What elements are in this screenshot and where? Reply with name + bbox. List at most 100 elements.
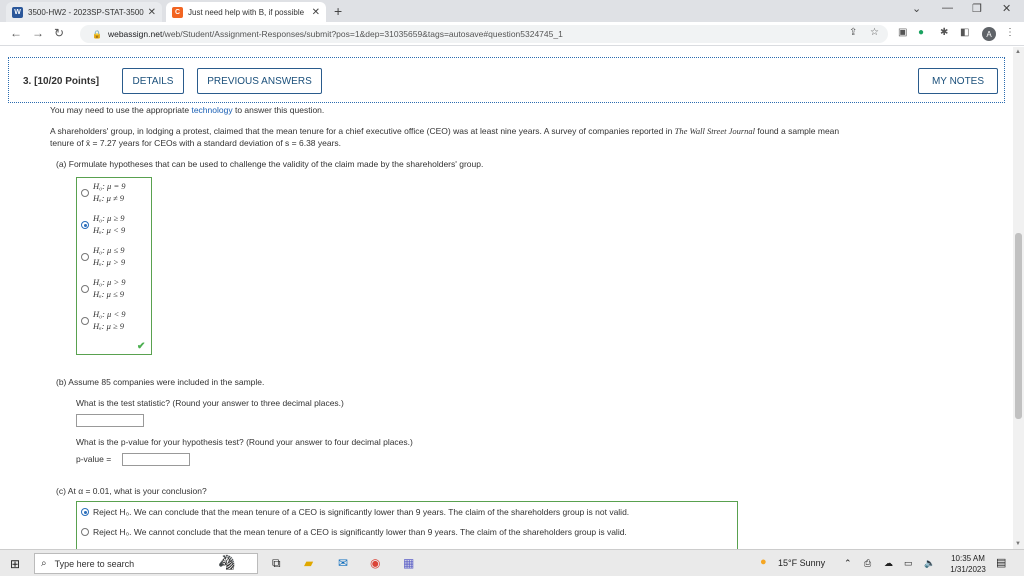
correct-check-icon: ✔	[137, 341, 146, 352]
chrome-icon[interactable]: ◉	[370, 556, 380, 570]
note-text: to answer this question.	[232, 105, 325, 115]
hypothesis-option-5[interactable]: H₀: μ < 9 Hₐ: μ ≥ 9	[81, 309, 151, 335]
null-hypothesis: H₀: μ > 9	[93, 277, 126, 287]
null-hypothesis: H₀: μ < 9	[93, 309, 126, 319]
reload-icon[interactable]: ↻	[54, 26, 64, 40]
back-icon[interactable]: ←	[10, 26, 22, 40]
minimize-icon[interactable]: —	[942, 2, 953, 14]
journal-name: The Wall Street Journal	[674, 126, 756, 136]
browser-menu-icon[interactable]: ⋮	[1005, 27, 1015, 38]
hypothesis-option-3[interactable]: H₀: μ ≤ 9 Hₐ: μ > 9	[81, 245, 151, 271]
search-icon: ⌕	[41, 558, 47, 569]
tray-chevron-icon[interactable]: ⌃	[844, 558, 852, 569]
conclusion-choices: Reject H₀. We can conclude that the mean…	[76, 501, 738, 549]
extensions-puzzle-icon[interactable]: ✱	[940, 27, 948, 38]
p-value-input[interactable]	[122, 453, 190, 466]
bookmark-star-icon[interactable]: ☆	[870, 27, 879, 38]
null-hypothesis: H₀: μ ≥ 9	[93, 213, 125, 223]
new-tab-icon[interactable]: +	[334, 3, 342, 19]
hypothesis-option-1[interactable]: H₀: μ = 9 Hₐ: μ ≠ 9	[81, 181, 151, 207]
clock-date: 1/31/2023	[950, 565, 986, 574]
close-tab-icon[interactable]: ✕	[148, 7, 156, 18]
technology-note: You may need to use the appropriate tech…	[50, 105, 324, 115]
alternative-hypothesis: Hₐ: μ ≥ 9	[93, 321, 125, 331]
onedrive-icon[interactable]: ☁	[884, 558, 893, 569]
notifications-icon[interactable]: ▤	[996, 556, 1006, 569]
forward-icon[interactable]: →	[32, 26, 44, 40]
problem-text-line2: tenure of x̄ = 7.27 years for CEOs with …	[50, 138, 342, 148]
restore-icon[interactable]: ❐	[972, 2, 982, 15]
extension-icon[interactable]: ▣	[898, 27, 907, 38]
tab-webassign[interactable]: W 3500-HW2 - 2023SP-STAT-3500- ✕	[6, 2, 162, 22]
mail-icon[interactable]: ✉	[338, 556, 348, 570]
technology-link[interactable]: technology	[191, 105, 232, 115]
problem-text: A shareholders' group, in lodging a prot…	[50, 126, 675, 136]
null-hypothesis: H₀: μ ≤ 9	[93, 245, 125, 255]
profile-avatar[interactable]: A	[982, 27, 996, 41]
weather-icon: ●	[760, 556, 767, 568]
previous-answers-button[interactable]: PREVIOUS ANSWERS	[197, 68, 322, 94]
alternative-hypothesis: Hₐ: μ > 9	[93, 257, 126, 267]
url-path: /web/Student/Assignment-Responses/submit…	[162, 29, 563, 39]
radio-button[interactable]	[81, 317, 89, 325]
test-statistic-input[interactable]	[76, 414, 144, 427]
windows-start-icon[interactable]: ⊞	[10, 557, 20, 571]
radio-button-selected[interactable]	[81, 508, 89, 516]
conclusion-option-2[interactable]: Reject H₀. We cannot conclude that the m…	[81, 525, 731, 539]
task-view-icon[interactable]: ⧉	[272, 556, 281, 571]
radio-button[interactable]	[81, 528, 89, 536]
note-text: You may need to use the appropriate	[50, 105, 192, 115]
null-hypothesis: H₀: μ = 9	[93, 181, 126, 191]
conclusion-option-1[interactable]: Reject H₀. We can conclude that the mean…	[81, 505, 731, 519]
grammarly-icon[interactable]: ●	[918, 27, 924, 38]
hypotheses-choices: H₀: μ = 9 Hₐ: μ ≠ 9 H₀: μ ≥ 9 Hₐ: μ < 9 …	[76, 177, 152, 355]
teams-icon[interactable]: ▦	[403, 556, 414, 570]
scroll-down-icon[interactable]: ▼	[1015, 541, 1021, 547]
page-viewport: 3. [10/20 Points] DETAILS PREVIOUS ANSWE…	[0, 47, 1013, 549]
my-notes-button[interactable]: MY NOTES	[918, 68, 998, 94]
lock-icon: 🔒	[92, 29, 102, 39]
radio-button[interactable]	[81, 189, 89, 197]
close-window-icon[interactable]: ✕	[1002, 2, 1011, 15]
file-explorer-icon[interactable]: ▰	[304, 556, 313, 570]
tab-search-chevron-icon[interactable]: ⌄	[912, 2, 921, 15]
alternative-hypothesis: Hₐ: μ ≤ 9	[93, 289, 125, 299]
page-scrollbar[interactable]: ▲ ▼	[1013, 47, 1024, 549]
side-panel-icon[interactable]: ◧	[960, 27, 969, 38]
scroll-up-icon[interactable]: ▲	[1015, 49, 1021, 55]
test-statistic-question: What is the test statistic? (Round your …	[76, 398, 344, 408]
problem-text-line1: A shareholders' group, in lodging a prot…	[50, 126, 839, 136]
scrollbar-thumb[interactable]	[1015, 233, 1022, 419]
part-b-prompt: (b) Assume 85 companies were included in…	[56, 377, 265, 387]
weather-text[interactable]: 15°F Sunny	[778, 558, 825, 568]
part-c-prompt: (c) At α = 0.01, what is your conclusion…	[56, 486, 207, 496]
url-host: webassign.net	[107, 29, 163, 39]
details-button[interactable]: DETAILS	[122, 68, 184, 94]
windows-taskbar: ⊞ ⌕ Type here to search 🦓 ⧉ ▰ ✉ ◉ ▦ ● 15…	[0, 549, 1024, 576]
search-placeholder: Type here to search	[54, 558, 135, 569]
url-text: webassign.net/web/Student/Assignment-Res…	[108, 29, 563, 39]
taskbar-clock[interactable]: 10:35 AM 1/31/2023	[946, 553, 990, 575]
close-tab-icon[interactable]: ✕	[312, 7, 320, 18]
browser-tab-strip: W 3500-HW2 - 2023SP-STAT-3500- ✕ C Just …	[0, 0, 1024, 22]
radio-button-selected[interactable]	[81, 221, 89, 229]
url-field[interactable]: 🔒 webassign.net/web/Student/Assignment-R…	[80, 25, 888, 43]
clock-time: 10:35 AM	[951, 554, 985, 563]
share-icon[interactable]: ⇪	[849, 27, 857, 38]
radio-button[interactable]	[81, 285, 89, 293]
chegg-favicon-icon: C	[172, 6, 183, 18]
p-value-label: p-value =	[76, 454, 112, 464]
zebra-widget-icon[interactable]: 🦓	[218, 554, 235, 571]
tab-title: Just need help with B, if possible	[188, 7, 305, 17]
network-icon[interactable]: ▭	[904, 558, 913, 569]
meet-now-icon[interactable]: ⎙	[864, 558, 871, 569]
hypothesis-option-2[interactable]: H₀: μ ≥ 9 Hₐ: μ < 9	[81, 213, 151, 239]
radio-button[interactable]	[81, 253, 89, 261]
hypothesis-option-4[interactable]: H₀: μ > 9 Hₐ: μ ≤ 9	[81, 277, 151, 303]
question-number: 3. [10/20 Points]	[23, 76, 100, 87]
tab-chegg[interactable]: C Just need help with B, if possible ✕	[166, 2, 326, 22]
conclusion-text: Reject H₀. We cannot conclude that the m…	[93, 527, 627, 537]
volume-icon[interactable]: 🔈	[924, 558, 935, 569]
alternative-hypothesis: Hₐ: μ ≠ 9	[93, 193, 125, 203]
tab-title: 3500-HW2 - 2023SP-STAT-3500-	[28, 7, 144, 17]
